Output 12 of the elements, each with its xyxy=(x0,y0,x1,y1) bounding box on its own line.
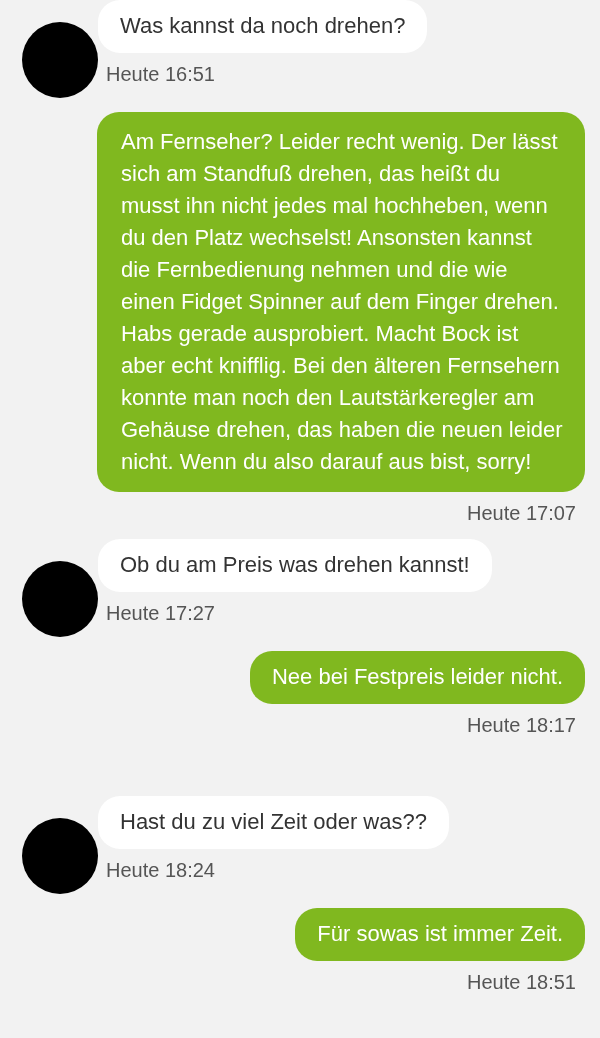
message-time: Heute 18:17 xyxy=(467,714,577,737)
message-time: Heute 17:07 xyxy=(467,502,577,525)
message-bubble: Ob du am Preis was drehen kannst! xyxy=(98,539,492,592)
message-bubble: Für sowas ist immer Zeit. xyxy=(295,907,585,961)
message-time: Heute 17:27 xyxy=(105,602,215,625)
message-time: Heute 18:24 xyxy=(105,858,215,882)
message-time: Heute 16:51 xyxy=(105,63,215,86)
message-bubble: Nee bei Festpreis leider nicht. xyxy=(249,651,585,704)
message-time: Heute 18:51 xyxy=(467,970,577,994)
message-bubble: Was kannst da noch drehen? xyxy=(98,0,428,53)
message-bubble: Am Fernseher? Leider recht wenig. Der lässt sich am Standfuß drehen, das heißt du musst ihn nicht jedes mal hochheben, wenn du den Platz wechselst! Ansonsten kannst die Fernbedienung nehmen und die wie einen Fidget Spinner auf dem Finger drehen. Habs gerade ausprobiert. Macht Bock ist aber echt knifflig. Bei den älteren Fernsehern konnte man noch den Lautstärkeregler am Gehäuse drehen, das haben die neuen leider nicht. Wenn du also darauf aus bist, sorry! xyxy=(97,112,585,492)
message-bubble: Hast du zu viel Zeit oder was?? xyxy=(98,795,449,849)
